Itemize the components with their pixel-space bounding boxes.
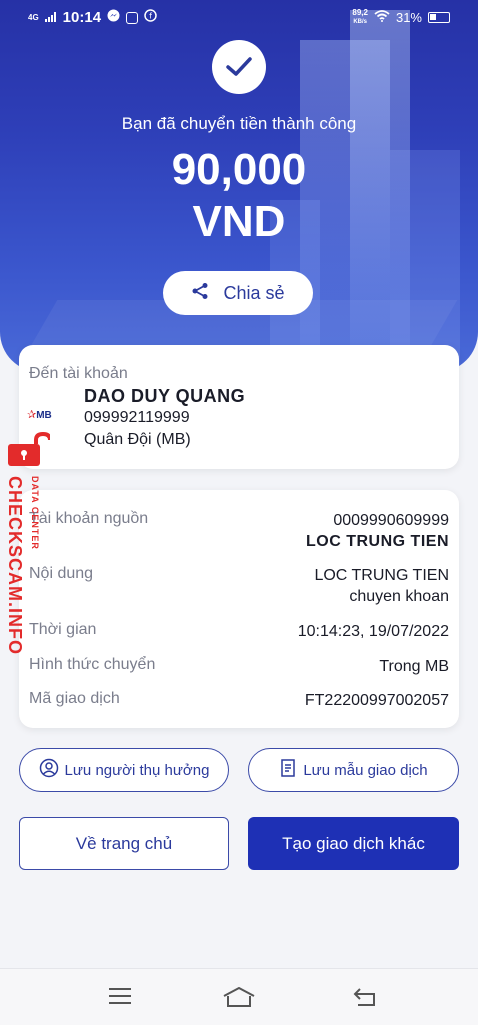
detail-value: 10:14:23, 19/07/2022: [297, 623, 449, 640]
detail-key: Mã giao dịch: [29, 690, 120, 707]
messenger-icon: [107, 9, 120, 26]
success-check-icon: [212, 40, 266, 94]
signal-icon: [44, 9, 57, 26]
detail-row-transaction-id: Mã giao dịch FT22200997002057: [29, 690, 449, 712]
network-type: 4G: [28, 13, 39, 22]
share-label: Chia sẻ: [223, 282, 285, 303]
battery-percent: 31%: [395, 10, 422, 25]
detail-row-time: Thời gian 10:14:23, 19/07/2022: [29, 621, 449, 643]
transfer-amount: 90,000 VND: [0, 144, 478, 248]
detail-row-transfer-type: Hình thức chuyển Trong MB: [29, 656, 449, 678]
save-beneficiary-button[interactable]: Lưu người thụ hưởng: [19, 748, 229, 792]
watermark-subtitle: DATA CENTER: [30, 476, 40, 550]
system-nav-bar: [0, 968, 478, 1025]
detail-value: FT22200997002057: [304, 692, 449, 709]
detail-value: LOC TRUNG TIEN chuyen khoan: [314, 565, 449, 607]
back-icon[interactable]: [352, 987, 376, 1012]
network-speed: 89,2 KB/s: [352, 9, 368, 26]
mb-bank-logo: ✰MB: [27, 408, 52, 421]
star-icon: ✰: [27, 409, 37, 421]
new-transaction-button[interactable]: Tạo giao dịch khác: [248, 817, 459, 870]
speed-unit: KB/s: [353, 19, 368, 25]
detail-row-content: Nội dung LOC TRUNG TIEN chuyen khoan: [29, 565, 449, 607]
content-line-1: LOC TRUNG TIEN: [314, 567, 449, 584]
app-notification-icon-2: f: [144, 9, 157, 26]
amount-value: 90,000: [171, 145, 307, 194]
speed-value: 89,2: [352, 8, 368, 17]
recipient-card: Đến tài khoản ✰MB DAO DUY QUANG 09999211…: [19, 345, 459, 469]
watermark-site: CHECKSCAM.INFO: [5, 476, 25, 655]
svg-text:f: f: [149, 12, 152, 21]
battery-icon: [428, 12, 450, 23]
detail-row-source-account: Tài khoản nguồn 0009990609999 LOC TRUNG …: [29, 510, 449, 552]
recipient-bank: Quân Đội (MB): [84, 431, 191, 448]
hero-banner: 4G 10:14 f 89,2 KB/s 31% Bạn đã chuyển t…: [0, 0, 478, 372]
transaction-details-card: Tài khoản nguồn 0009990609999 LOC TRUNG …: [19, 490, 459, 728]
success-message: Bạn đã chuyển tiền thành công: [121, 114, 357, 133]
lock-icon: [6, 431, 52, 466]
watermark: CHECKSCAM.INFO DATA CENTER: [2, 431, 52, 662]
user-icon: [39, 758, 59, 782]
save-beneficiary-label: Lưu người thụ hưởng: [64, 761, 210, 779]
menu-icon[interactable]: [108, 987, 132, 1010]
content-line-2: chuyen khoan: [349, 588, 449, 605]
amount-currency: VND: [192, 197, 286, 246]
wifi-icon: [374, 9, 390, 26]
detail-value: 0009990609999 LOC TRUNG TIEN: [306, 510, 449, 552]
source-account-name: LOC TRUNG TIEN: [306, 533, 449, 550]
save-template-label: Lưu mẫu giao dịch: [303, 761, 428, 779]
share-button[interactable]: Chia sẻ: [163, 271, 313, 315]
status-bar: 4G 10:14 f 89,2 KB/s 31%: [0, 0, 478, 34]
home-icon[interactable]: [222, 986, 256, 1012]
home-button[interactable]: Về trang chủ: [19, 817, 229, 870]
bank-logo-text: MB: [36, 410, 52, 421]
recipient-name: DAO DUY QUANG: [84, 386, 246, 406]
share-icon: [191, 282, 209, 305]
recipient-account: 099992119999: [84, 409, 190, 426]
clock: 10:14: [62, 9, 102, 26]
source-account-number: 0009990609999: [333, 512, 449, 529]
save-template-button[interactable]: Lưu mẫu giao dịch: [248, 748, 459, 792]
document-icon: [279, 758, 297, 782]
recipient-label: Đến tài khoản: [29, 365, 128, 382]
app-notification-icon: [126, 11, 139, 24]
detail-value: Trong MB: [379, 658, 449, 675]
